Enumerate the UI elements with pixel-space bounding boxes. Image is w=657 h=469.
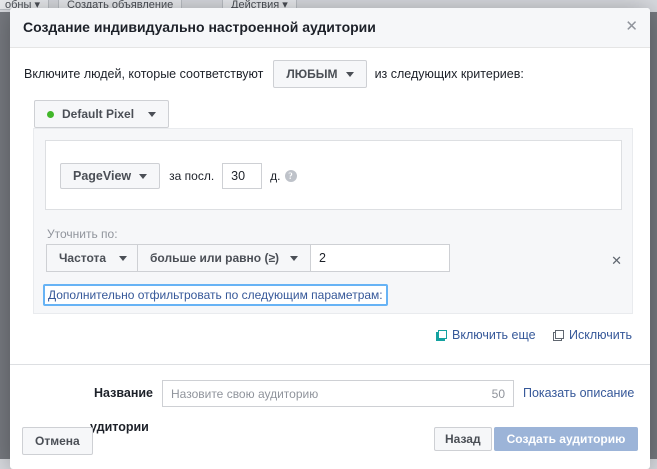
audience-size-label: удитории — [90, 420, 149, 434]
modal-title: Создание индивидуально настроенной аудит… — [23, 19, 376, 35]
criteria-panel: PageView за посл. 30 д. ? Уточнить по: Ч… — [33, 128, 633, 314]
cancel-button[interactable]: Отмена — [22, 427, 93, 455]
chevron-down-icon — [290, 255, 298, 261]
modal-header: Создание индивидуально настроенной аудит… — [10, 8, 650, 48]
event-rule-row: PageView за посл. 30 д. ? — [60, 163, 297, 189]
back-button[interactable]: Назад — [434, 427, 492, 451]
refine-operator-value: больше или равно (≥) — [150, 251, 280, 265]
info-icon[interactable]: ? — [284, 170, 297, 182]
include-icon — [436, 329, 447, 341]
days-input[interactable]: 30 — [222, 163, 263, 189]
refine-value-input[interactable]: 2 — [310, 244, 450, 272]
event-rule-box: PageView за посл. 30 д. ? — [45, 140, 622, 210]
include-criteria-row: Включите людей, которые соответствуют ЛЮ… — [24, 60, 524, 88]
chevron-down-icon — [345, 71, 354, 77]
exclude-label: Исключить — [569, 328, 632, 342]
create-audience-button[interactable]: Создать аудиторию — [494, 427, 638, 451]
close-icon[interactable]: ✕ — [625, 19, 638, 34]
refine-parameter-value: Частота — [59, 251, 107, 265]
include-suffix-label: из следующих критериев: — [374, 67, 524, 81]
chevron-down-icon — [148, 111, 157, 117]
refine-row: Частота больше или равно (≥) 2 — [46, 244, 450, 272]
match-type-value: ЛЮБЫМ — [286, 67, 338, 81]
audience-name-input[interactable]: Назовите свою аудиторию 50 — [162, 380, 514, 407]
within-label: за посл. — [169, 169, 215, 183]
additional-filter-link[interactable]: Дополнительно отфильтровать по следующим… — [43, 284, 388, 306]
create-audience-modal: Создание индивидуально настроенной аудит… — [10, 8, 650, 469]
include-more-label: Включить еще — [452, 328, 536, 342]
char-limit-counter: 50 — [491, 387, 505, 401]
name-label: Название — [94, 386, 154, 400]
exclude-icon — [553, 329, 564, 341]
include-more-button[interactable]: Включить еще — [436, 328, 536, 342]
chevron-down-icon — [139, 173, 148, 179]
audience-name-placeholder: Назовите свою аудиторию — [171, 387, 319, 401]
show-description-link[interactable]: Показать описание — [523, 386, 634, 400]
event-dropdown[interactable]: PageView — [60, 163, 161, 189]
pixel-dropdown[interactable]: Default Pixel — [34, 100, 170, 128]
refine-parameter-dropdown[interactable]: Частота — [46, 244, 138, 272]
refine-label: Уточнить по: — [47, 227, 118, 241]
pixel-status-icon — [47, 110, 54, 118]
pixel-name: Default Pixel — [62, 107, 135, 121]
event-name: PageView — [73, 169, 132, 183]
match-type-dropdown[interactable]: ЛЮБЫМ — [273, 60, 367, 88]
refine-operator-dropdown[interactable]: больше или равно (≥) — [137, 244, 311, 272]
days-unit-label: д. — [270, 169, 281, 183]
include-prefix-label: Включите людей, которые соответствуют — [24, 67, 264, 81]
remove-refine-icon[interactable]: ✕ — [611, 253, 622, 269]
chevron-down-icon — [119, 255, 127, 261]
exclude-button[interactable]: Исключить — [553, 328, 632, 342]
divider — [10, 364, 650, 365]
